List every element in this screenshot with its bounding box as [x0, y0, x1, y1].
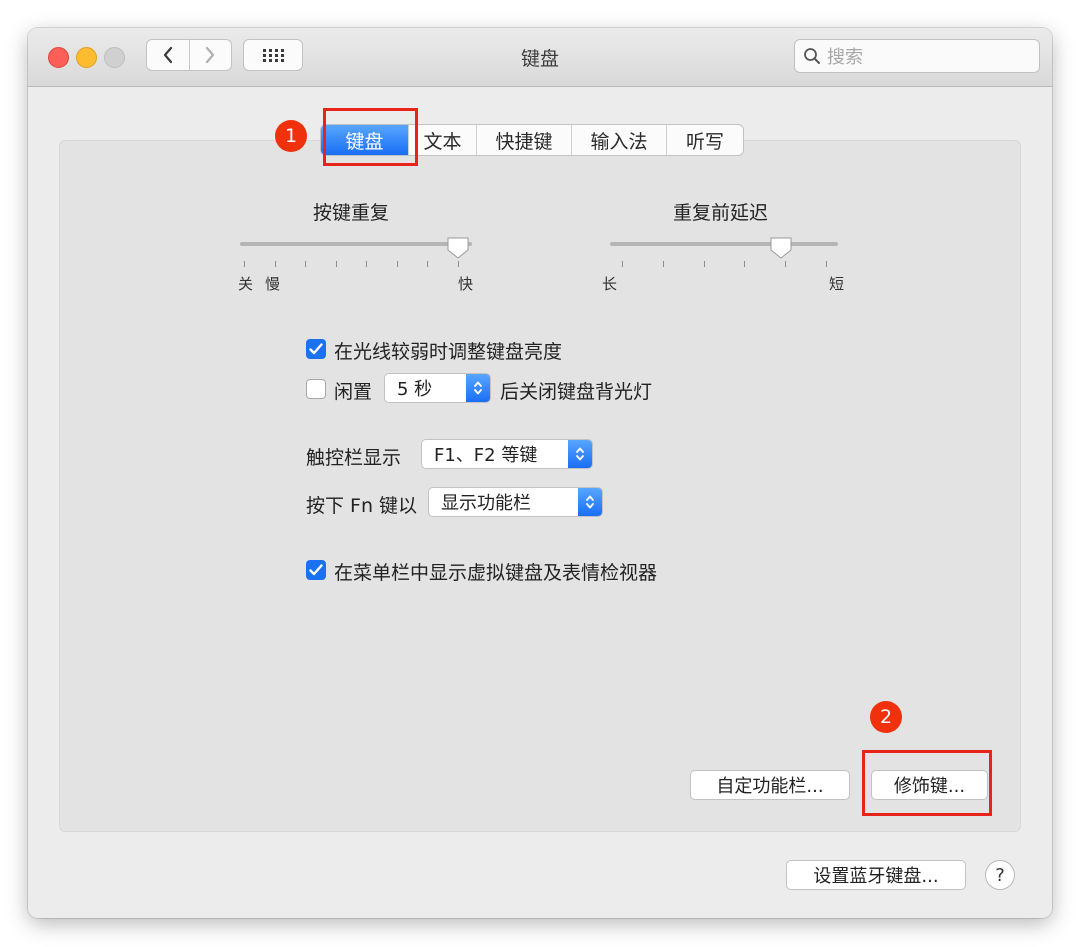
key-repeat-label: 按键重复 [313, 202, 390, 224]
key-repeat-slow-label: 慢 [265, 275, 281, 293]
delay-repeat-label: 重复前延迟 [673, 202, 769, 224]
backlight-timeout-popup[interactable]: 5 秒 [384, 373, 491, 403]
brightness-label: 在光线较弱时调整键盘亮度 [334, 341, 563, 363]
slider-tick [335, 261, 337, 267]
touchbar-popup[interactable]: F1、F2 等键 [421, 439, 593, 469]
delay-repeat-long-label: 长 [602, 275, 618, 293]
delay-repeat-short-label: 短 [829, 275, 845, 293]
key-repeat-slider[interactable] [240, 242, 472, 246]
tab-dictation[interactable]: 听写 [667, 125, 743, 155]
fn-key-label: 按下 Fn 键以 [306, 495, 418, 517]
slider-tick [622, 261, 623, 267]
backlight-prefix-label: 闲置 [334, 381, 373, 403]
popup-arrows-icon [568, 440, 592, 468]
key-repeat-fast-label: 快 [458, 275, 474, 293]
slider-tick [366, 261, 368, 267]
slider-tick [826, 261, 827, 267]
checkmark-icon [309, 564, 323, 576]
tab-input-sources[interactable]: 输入法 [572, 125, 667, 155]
fn-key-popup[interactable]: 显示功能栏 [428, 487, 603, 517]
search-placeholder: 搜索 [827, 47, 863, 68]
tab-shortcuts[interactable]: 快捷键 [477, 125, 572, 155]
backlight-suffix-label: 后关闭键盘背光灯 [500, 381, 653, 403]
touchbar-label: 触控栏显示 [306, 447, 402, 469]
slider-tick [305, 261, 307, 267]
tab-text[interactable]: 文本 [409, 125, 477, 155]
search-icon [804, 48, 820, 64]
search-field[interactable]: 搜索 [794, 39, 1040, 73]
delay-repeat-slider[interactable] [610, 242, 838, 246]
slider-tick [458, 261, 459, 267]
slider-tick [396, 261, 398, 267]
popup-arrows-icon [578, 488, 602, 516]
annotation-badge-2: 2 [870, 701, 902, 733]
setup-bluetooth-keyboard-button[interactable]: 设置蓝牙键盘... [786, 860, 966, 890]
keyboard-preferences-window: 键盘 搜索 键盘 文本 快捷键 输入法 听写 1 按键重复 关 慢 快 重复前延… [28, 28, 1052, 918]
menubar-viewer-checkbox[interactable] [306, 560, 326, 580]
brightness-checkbox[interactable] [306, 339, 326, 359]
slider-tick [274, 261, 276, 267]
backlight-timeout-value: 5 秒 [397, 379, 433, 400]
popup-arrows-icon [466, 374, 490, 402]
slider-tick [703, 261, 705, 267]
annotation-highlight-modifier-keys [862, 750, 992, 816]
touchbar-value: F1、F2 等键 [434, 445, 538, 466]
title-bar: 键盘 搜索 [28, 28, 1052, 87]
slider-tick [744, 261, 746, 267]
menubar-viewer-label: 在菜单栏中显示虚拟键盘及表情检视器 [334, 562, 658, 584]
key-repeat-off-label: 关 [238, 275, 254, 293]
customize-touchbar-button[interactable]: 自定功能栏... [690, 770, 850, 800]
slider-tick [785, 261, 787, 267]
slider-tick [427, 261, 429, 267]
annotation-badge-1: 1 [275, 120, 307, 152]
fn-key-value: 显示功能栏 [441, 493, 531, 514]
help-button[interactable]: ? [985, 860, 1015, 890]
slider-tick [244, 261, 245, 267]
backlight-checkbox[interactable] [306, 379, 326, 399]
annotation-highlight-keyboard-tab [323, 108, 418, 166]
checkmark-icon [309, 343, 323, 355]
delay-repeat-slider-thumb[interactable] [769, 236, 793, 260]
slider-tick [662, 261, 664, 267]
key-repeat-slider-thumb[interactable] [446, 236, 470, 260]
